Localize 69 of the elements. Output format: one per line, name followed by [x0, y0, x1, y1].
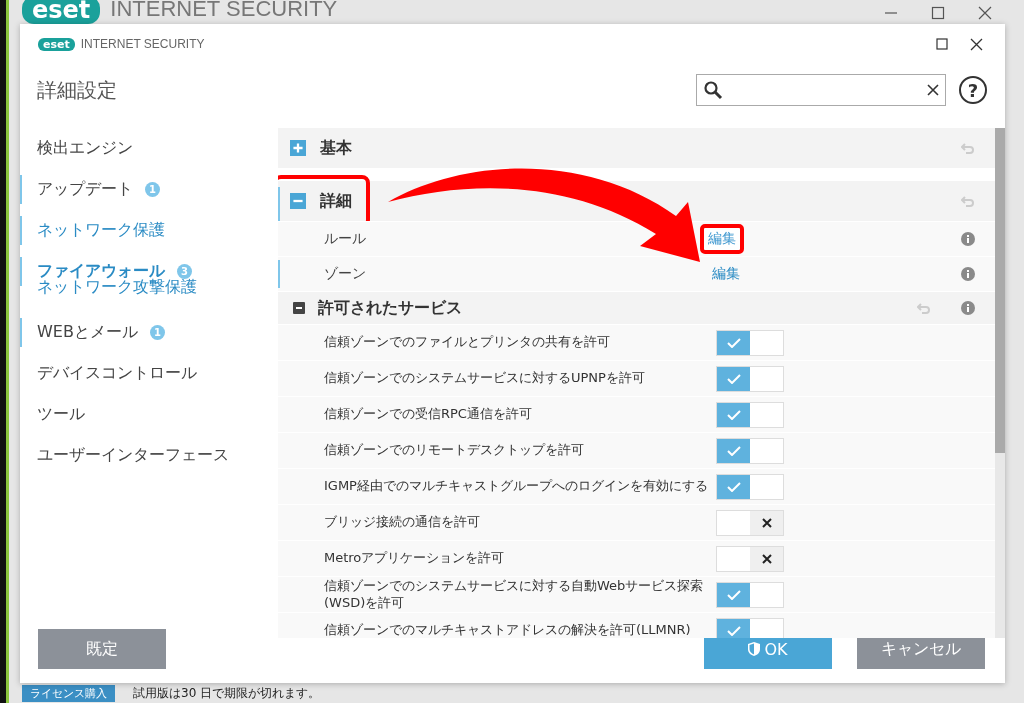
- revert-icon[interactable]: [917, 301, 931, 315]
- sidebar-item[interactable]: WEBとメール: [37, 322, 138, 343]
- trial-notice: 試用版は30 日で期限が切れます。: [133, 686, 321, 701]
- setting-label: ルール: [324, 230, 367, 248]
- info-icon[interactable]: [961, 232, 975, 246]
- toggle-switch[interactable]: [716, 509, 784, 536]
- toggle-switch[interactable]: [716, 545, 784, 572]
- setting-label: Metroアプリケーションを許可: [324, 550, 506, 567]
- toggle-switch[interactable]: [716, 329, 784, 356]
- close-icon[interactable]: [970, 37, 983, 51]
- page-title: 詳細設定: [37, 76, 117, 104]
- toggle-switch[interactable]: [716, 473, 784, 500]
- group-title[interactable]: 許可されたサービス: [318, 297, 462, 319]
- info-icon[interactable]: [961, 267, 975, 281]
- scrollbar[interactable]: [995, 128, 1005, 638]
- setting-label: 信頼ゾーンでの受信RPC通信を許可: [324, 406, 533, 423]
- count-badge: 1: [149, 325, 165, 340]
- setting-label: 信頼ゾーンでのリモートデスクトップを許可: [324, 442, 585, 459]
- sidebar-item[interactable]: デバイスコントロール: [37, 363, 197, 384]
- maximize-icon[interactable]: [936, 38, 948, 50]
- scroll-thumb[interactable]: [995, 128, 1005, 453]
- section-title[interactable]: 詳細: [320, 190, 352, 212]
- setting-label: 信頼ゾーンでのシステムサービスに対するUPNPを許可: [324, 370, 646, 387]
- window-title: INTERNET SECURITY: [80, 37, 205, 51]
- toggle-switch[interactable]: [716, 617, 784, 638]
- clear-icon[interactable]: [927, 84, 939, 96]
- sidebar-item[interactable]: ユーザーインターフェース: [37, 445, 229, 466]
- toggle-switch[interactable]: [716, 365, 784, 392]
- setting-label: ブリッジ接続の通信を許可: [324, 514, 481, 531]
- setting-label: IGMP経由でのマルチキャストグループへのログインを有効にする: [324, 478, 709, 495]
- check-icon: [726, 481, 741, 492]
- setting-label: ゾーン: [324, 265, 367, 283]
- sidebar-item[interactable]: アップデート: [37, 179, 133, 200]
- check-icon: [726, 373, 741, 384]
- toggle-switch[interactable]: [716, 401, 784, 428]
- sidebar-item[interactable]: 検出エンジン: [37, 138, 133, 159]
- sidebar-item[interactable]: ネットワーク保護: [37, 220, 165, 241]
- search-field[interactable]: [696, 74, 946, 106]
- setting-label: 信頼ゾーンでのマルチキャストアドレスの解決を許可(LLMNR): [324, 622, 692, 638]
- count-badge: 3: [177, 264, 192, 279]
- check-icon: [726, 409, 741, 420]
- info-icon[interactable]: [961, 301, 975, 315]
- setting-label: 信頼ゾーンでのシステムサービスに対する自動Webサービス探索(WSD)を許可: [324, 578, 705, 611]
- section-title[interactable]: 基本: [320, 137, 352, 159]
- check-icon: [726, 337, 741, 348]
- logo: eset: [22, 0, 101, 24]
- edit-link[interactable]: 編集: [708, 263, 744, 285]
- expand-icon[interactable]: [290, 140, 306, 156]
- license-button[interactable]: ライセンス購入: [22, 685, 115, 702]
- close-icon[interactable]: [978, 6, 992, 20]
- help-button[interactable]: ?: [959, 76, 987, 104]
- check-icon: [726, 589, 741, 600]
- revert-icon[interactable]: [961, 141, 975, 155]
- toggle-switch[interactable]: [716, 437, 784, 464]
- count-badge: 1: [145, 182, 160, 197]
- sidebar-item[interactable]: ツール: [37, 404, 85, 425]
- collapse-icon[interactable]: [292, 301, 306, 315]
- check-icon: [726, 625, 741, 636]
- shield-icon: [748, 642, 761, 656]
- app-title: INTERNET SECURITY: [110, 0, 338, 22]
- revert-icon[interactable]: [961, 194, 975, 208]
- logo: eset: [38, 37, 75, 51]
- check-icon: [726, 445, 741, 456]
- cross-icon: [761, 517, 772, 528]
- cross-icon: [761, 553, 772, 564]
- search-icon: [703, 80, 723, 100]
- toggle-switch[interactable]: [716, 581, 784, 608]
- maximize-icon[interactable]: [931, 6, 945, 20]
- setting-label: 信頼ゾーンでのファイルとプリンタの共有を許可: [324, 334, 611, 351]
